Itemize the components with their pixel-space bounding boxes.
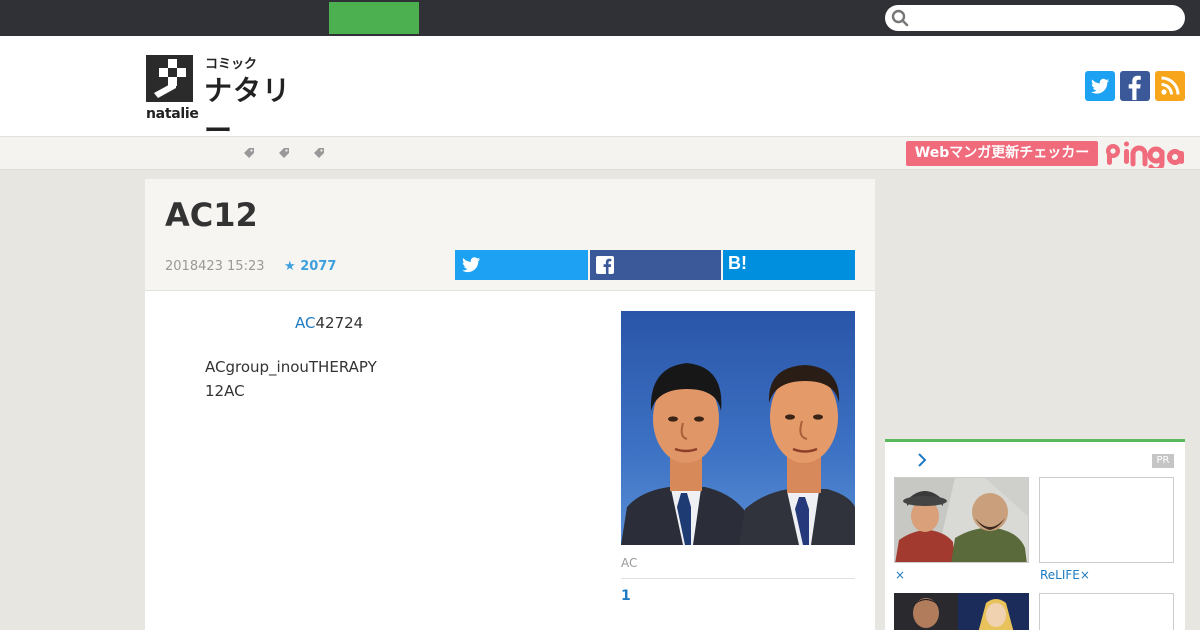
tag-bar: Webマンガ更新チェッカー: [0, 136, 1200, 170]
search-box[interactable]: [885, 5, 1185, 31]
sidebar-thumbnail[interactable]: [894, 477, 1029, 563]
search-icon[interactable]: [891, 9, 909, 27]
article-date: 2018423 15:23: [165, 259, 265, 274]
article-line1-text: 42724: [315, 314, 364, 332]
article-paragraph-1: AC42724: [295, 314, 363, 332]
star-icon: ★: [284, 259, 296, 274]
webmanga-checker-banner[interactable]: Webマンガ更新チェッカー: [906, 141, 1098, 166]
facebook-icon: [1128, 75, 1141, 100]
article-star-count[interactable]: ★ 2077: [284, 259, 336, 274]
ac-duo-illustration: [621, 311, 855, 545]
article-card: AC12 2018423 15:23 ★ 2077 B! AC42724 ACg…: [145, 179, 875, 630]
search-input[interactable]: [913, 7, 1175, 29]
article-paragraph-3: 12AC: [205, 382, 245, 400]
article-title: AC12: [165, 196, 258, 234]
pr-badge: PR: [1152, 454, 1174, 468]
article-header: AC12 2018423 15:23 ★ 2077 B!: [145, 179, 875, 291]
twitter-icon: [1091, 78, 1109, 94]
sidebar-related-box: PR × ReLIFE×: [885, 439, 1185, 630]
star-count-text: 2077: [300, 259, 337, 274]
header-rss-button[interactable]: [1155, 71, 1185, 101]
related-photo: [894, 593, 1029, 630]
twitter-icon: [462, 257, 480, 273]
rss-icon: [1161, 76, 1180, 95]
tag-icon[interactable]: [278, 147, 290, 159]
share-twitter-button[interactable]: [455, 250, 588, 280]
top-bar: [0, 0, 1200, 36]
header-facebook-button[interactable]: [1120, 71, 1150, 101]
sidebar-thumbnail[interactable]: [1039, 593, 1174, 630]
article-paragraph-2: ACgroup_inouTHERAPY: [205, 358, 377, 376]
logo-wordmark: natalie: [146, 106, 199, 122]
share-hatena-button[interactable]: B!: [723, 250, 855, 280]
tag-icon[interactable]: [313, 147, 325, 159]
sidebar-item-caption[interactable]: ×: [895, 568, 905, 582]
facebook-icon: [596, 256, 614, 274]
hatena-bookmark-icon: B!: [728, 253, 747, 273]
photo-page-number[interactable]: 1: [621, 588, 631, 604]
top-green-button[interactable]: [329, 2, 419, 34]
site-logo[interactable]: natalie コミック ナタリー: [146, 55, 316, 147]
sidebar-thumbnail[interactable]: [1039, 477, 1174, 563]
share-facebook-button[interactable]: [590, 250, 721, 280]
natalie-logo-mark-icon: [146, 55, 193, 102]
pinga-logo-icon[interactable]: [1104, 140, 1184, 168]
photo-caption: AC: [621, 556, 638, 570]
related-photo: [895, 478, 1028, 562]
caption-divider: [621, 578, 855, 579]
tag-icon[interactable]: [243, 147, 255, 159]
sidebar-item-caption[interactable]: ReLIFE×: [1040, 568, 1090, 582]
sidebar-thumbnail[interactable]: [894, 593, 1029, 630]
site-header: natalie コミック ナタリー: [0, 36, 1200, 147]
article-photo[interactable]: [621, 311, 855, 545]
header-twitter-button[interactable]: [1085, 71, 1115, 101]
chevron-right-icon[interactable]: [916, 452, 928, 468]
article-link-ac[interactable]: AC: [295, 314, 315, 332]
